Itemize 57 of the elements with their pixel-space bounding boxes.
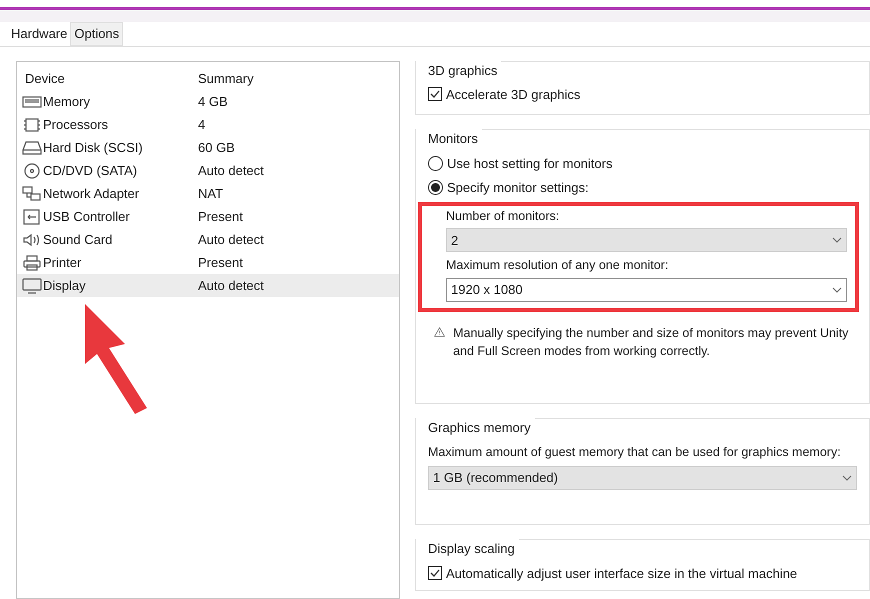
group-title: Graphics memory	[416, 418, 535, 438]
network-icon	[22, 186, 42, 202]
group-title: Display scaling	[416, 539, 519, 558]
tab[interactable]: Options	[70, 22, 124, 46]
checkbox[interactable]	[428, 566, 442, 580]
device-row[interactable]: Memory 4 GB	[17, 90, 399, 113]
device-row[interactable]: Sound Card Auto detect	[17, 228, 399, 251]
device-summary: 4	[198, 116, 206, 134]
monitor-icon	[22, 278, 42, 294]
device-name: Network Adapter	[43, 184, 140, 203]
device-name: Memory	[43, 92, 90, 111]
checkbox-label: Accelerate 3D graphics	[446, 86, 580, 104]
chevron-down-icon	[832, 287, 842, 293]
disc-icon	[22, 162, 42, 178]
device-row[interactable]: Network Adapter NAT	[17, 182, 399, 205]
device-row[interactable]: Hard Disk (SCSI) 60 GB	[17, 136, 399, 159]
device-summary: Auto detect	[198, 276, 264, 295]
column-header: Device	[24, 70, 66, 88]
device-row[interactable]: Display Auto detect	[17, 274, 399, 297]
device-row[interactable]: Processors 4	[17, 113, 399, 136]
radio-button[interactable]	[428, 156, 443, 171]
device-name: Processors	[43, 116, 108, 134]
radio-button[interactable]	[428, 180, 443, 196]
radio-label: Specify monitor settings:	[447, 179, 589, 197]
description-text: Maximum amount of guest memory that can be used for graphics memory:	[428, 444, 842, 460]
device-summary: Present	[198, 208, 243, 226]
group-title: 3D graphics	[416, 61, 502, 80]
device-row[interactable]: USB Controller Present	[17, 205, 399, 228]
field-label: Maximum resolution of any one monitor:	[446, 257, 670, 274]
device-name: Display	[43, 276, 86, 295]
device-row[interactable]: Printer Present	[17, 251, 399, 274]
warning-text: Manually specifying the number and size of monitors may prevent Unity and Full Screen modes from working correctly.	[453, 325, 850, 360]
device-row[interactable]: CD/DVD (SATA) Auto detect	[17, 159, 399, 182]
device-name: Hard Disk (SCSI)	[43, 138, 143, 157]
printer-icon	[22, 254, 42, 270]
device-name: Printer	[43, 254, 82, 272]
device-name: USB Controller	[43, 208, 130, 226]
device-summary: NAT	[198, 184, 224, 203]
device-summary: Auto detect	[198, 162, 264, 180]
device-name: CD/DVD (SATA)	[43, 162, 138, 180]
field-label: Number of monitors:	[446, 208, 560, 224]
checkbox-label: Automatically adjust user interface size in the virtual machine	[446, 564, 798, 583]
chevron-down-icon	[842, 474, 852, 480]
device-summary: 4 GB	[198, 92, 228, 111]
memory-chip-icon	[22, 94, 42, 110]
checkbox[interactable]	[428, 87, 442, 102]
device-summary: Auto detect	[198, 230, 264, 249]
device-summary: Present	[198, 254, 243, 272]
device-name: Sound Card	[43, 230, 112, 249]
usb-icon	[22, 208, 42, 224]
radio-label: Use host setting for monitors	[447, 154, 612, 173]
column-header: Summary	[197, 70, 254, 88]
speaker-icon	[22, 232, 42, 248]
device-summary: 60 GB	[198, 138, 235, 157]
processor-chip-icon	[22, 116, 42, 132]
chevron-down-icon	[832, 237, 842, 244]
dropdown[interactable]: 1920 x 1080	[446, 278, 847, 302]
